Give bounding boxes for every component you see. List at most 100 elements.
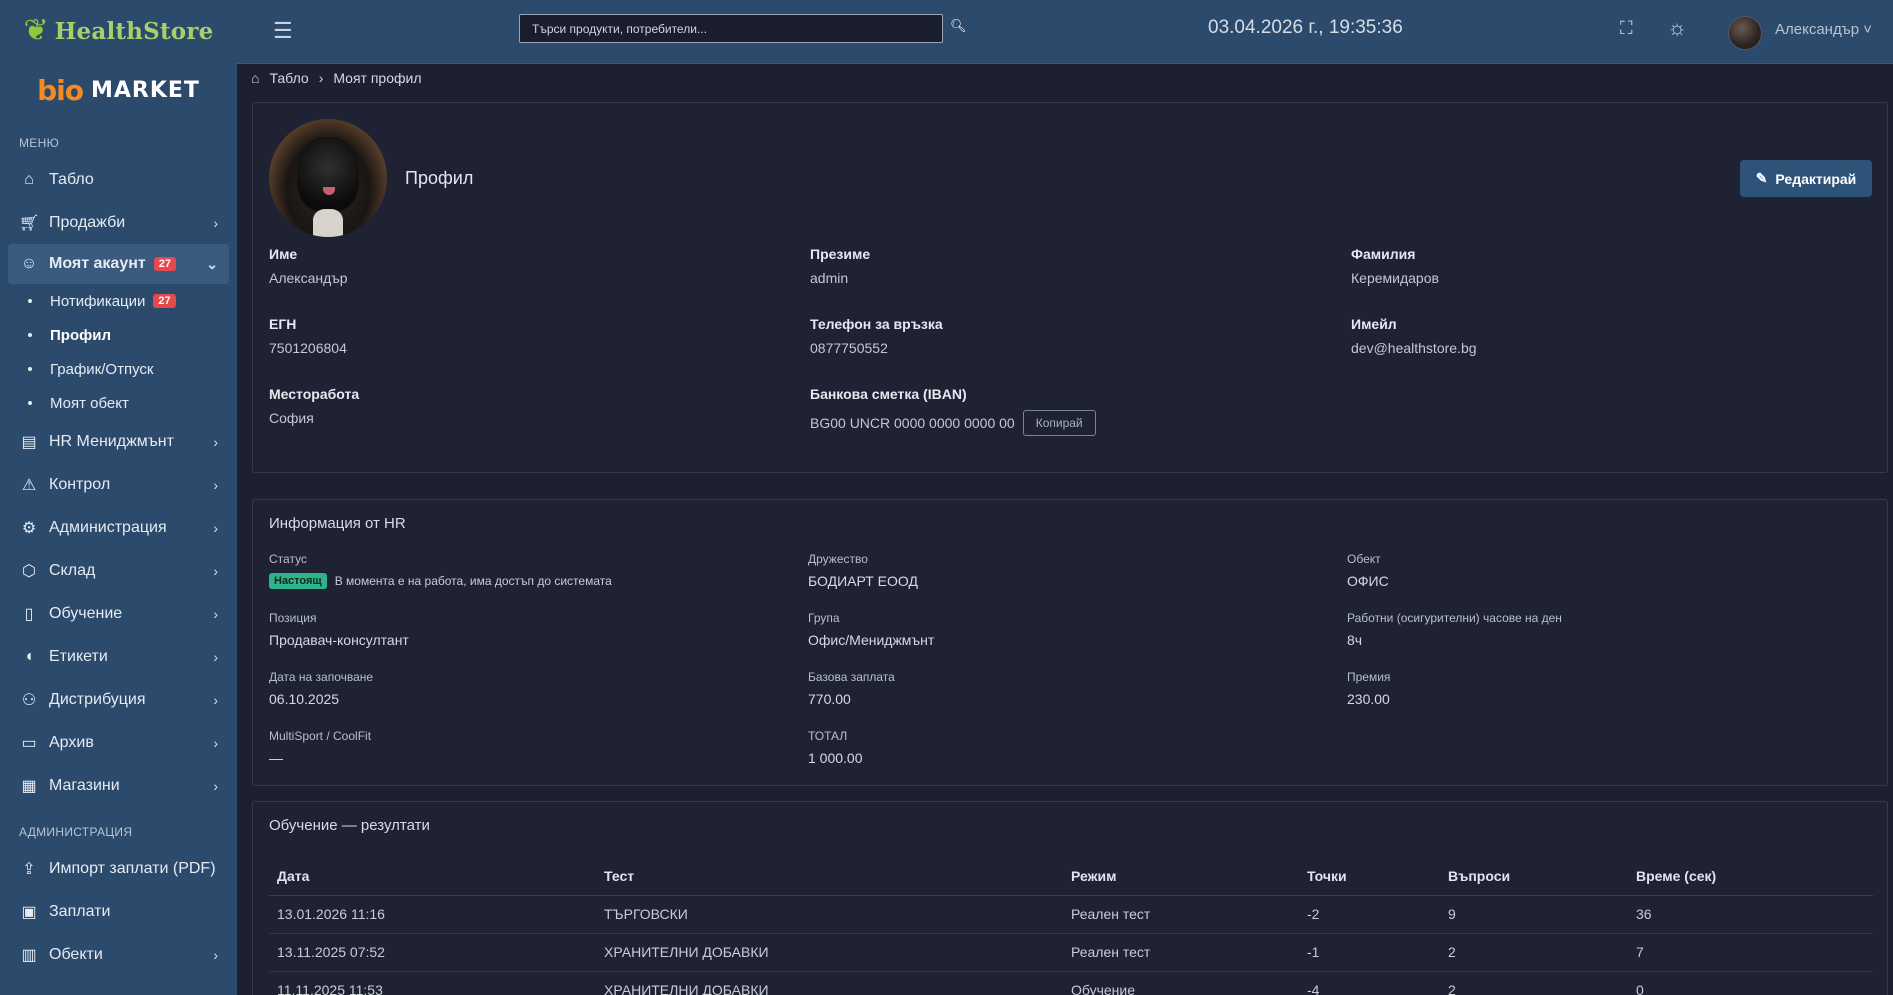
hr-status: Статус Настоящ В момента е на работа, им…	[269, 552, 612, 589]
biomarket-logo: bio MARKET	[0, 62, 237, 118]
hr-field-label: Премия	[1347, 670, 1391, 684]
hr-field-label: Обект	[1347, 552, 1381, 566]
breadcrumb: ⌂ Табло › Моят профил	[251, 67, 422, 89]
chevron-right-icon: ›	[213, 562, 218, 579]
edit-button-label: Редактирай	[1775, 170, 1857, 187]
notification-badge: 27	[153, 257, 176, 271]
breadcrumb-home-link[interactable]: Табло	[269, 70, 308, 86]
sidebar-subitem-my-site[interactable]: Моят обект	[0, 386, 237, 420]
hr-field-label: ТОТАЛ	[808, 729, 848, 743]
chevron-right-icon: ›	[213, 214, 218, 231]
field-value: 0877750552	[810, 340, 888, 356]
menu-toggle-icon[interactable]: ☰	[273, 18, 293, 44]
table-row: 11.11.2025 11:53 ХРАНИТЕЛНИ ДОБАВКИ Обуч…	[269, 971, 1873, 995]
sidebar-item-dashboard[interactable]: ⌂ Табло	[0, 158, 237, 201]
table-cell: 36	[1628, 895, 1873, 934]
profile-avatar	[269, 119, 387, 237]
hr-start-date: Дата на започване 06.10.2025	[269, 670, 373, 707]
field-label: Имейл	[1351, 316, 1397, 332]
hr-card-title: Информация от HR	[269, 515, 406, 532]
sidebar-item-administration[interactable]: ⚙︎ Администрация ›	[0, 506, 237, 549]
chevron-right-icon: ›	[213, 476, 218, 493]
sidebar-item-label: Моят акаунт	[49, 255, 146, 272]
training-results-table: Дата Тест Режим Точки Въпроси Време (сек…	[269, 857, 1873, 995]
sidebar-item-hr[interactable]: ▤ HR Мениджмънт ›	[0, 420, 237, 463]
field-label: Презиме	[810, 246, 871, 262]
chevron-right-icon: ›	[213, 605, 218, 622]
user-menu[interactable]: Александър ˅	[1775, 21, 1872, 38]
sidebar-item-salaries[interactable]: ▣ Заплати	[0, 890, 237, 933]
bullet-icon	[28, 299, 32, 303]
hr-field-value: 230.00	[1347, 691, 1390, 707]
sidebar-item-warehouse[interactable]: ⬡ Склад ›	[0, 549, 237, 592]
sidebar-item-sales[interactable]: 🛒︎ Продажби ›	[0, 201, 237, 244]
sidebar-subitem-profile[interactable]: Профил	[0, 318, 237, 352]
sidebar-subitem-schedule[interactable]: График/Отпуск	[0, 352, 237, 386]
user-avatar[interactable]	[1728, 16, 1762, 50]
sidebar-item-label: Обучение	[49, 604, 123, 622]
sidebar-subitem-label: Моят обект	[50, 394, 129, 412]
sidebar-item-distribution[interactable]: ⚇ Дистрибуция ›	[0, 678, 237, 721]
field-value: Александър	[269, 270, 348, 286]
table-cell: Реален тест	[1063, 895, 1299, 934]
field-value: Керемидаров	[1351, 270, 1439, 286]
theme-toggle-sun-icon[interactable]: ☼	[1667, 15, 1687, 41]
sidebar-item-training[interactable]: ▯ Обучение ›	[0, 592, 237, 635]
sidebar-item-label: Табло	[49, 170, 94, 188]
table-cell: -2	[1299, 895, 1440, 934]
sidebar-item-label: Обекти	[49, 945, 103, 963]
table-cell: 13.01.2026 11:16	[269, 895, 596, 934]
chevron-right-icon: ›	[213, 734, 218, 751]
hr-total: ТОТАЛ 1 000.00	[808, 729, 863, 766]
field-label: Банкова сметка (IBAN)	[810, 386, 967, 402]
sidebar-subitem-label: Профил	[50, 326, 111, 344]
sidebar-item-label: Контрол	[49, 475, 111, 493]
hr-site: Обект ОФИС	[1347, 552, 1389, 589]
bullet-icon	[28, 367, 32, 371]
sidebar-item-control[interactable]: ⚠︎ Контрол ›	[0, 463, 237, 506]
hr-field-label: Група	[808, 611, 840, 625]
chevron-right-icon: ›	[213, 691, 218, 708]
hr-field-label: Базова заплата	[808, 670, 895, 684]
first-name-field: Име Александър	[269, 246, 348, 286]
healthstore-logo[interactable]: ❦ HealthStore	[0, 0, 237, 62]
copy-iban-button[interactable]: Копирай	[1022, 410, 1096, 436]
sidebar-item-label: Продажби	[49, 213, 126, 231]
briefcase-icon: ▤	[21, 433, 37, 451]
sidebar-item-label: Магазини	[49, 776, 120, 794]
table-cell: 13.11.2025 07:52	[269, 933, 596, 972]
sidebar-item-stores[interactable]: ▦ Магазини ›	[0, 764, 237, 807]
sidebar-item-label: Импорт заплати (PDF)	[49, 859, 216, 877]
hr-field-label: Работни (осигурителни) часове на ден	[1347, 611, 1562, 625]
chevron-right-icon: ›	[213, 433, 218, 450]
sidebar-item-archive[interactable]: ▭ Архив ›	[0, 721, 237, 764]
table-cell: Реален тест	[1063, 933, 1299, 972]
chevron-right-icon: ›	[213, 946, 218, 963]
sidebar-item-sites[interactable]: ▥ Обекти ›	[0, 933, 237, 976]
sidebar-item-label: Заплати	[49, 902, 111, 920]
hr-field-value: Офис/Мениджмънт	[808, 632, 935, 648]
hr-field-value: 06.10.2025	[269, 691, 340, 707]
status-badge: Настоящ	[269, 573, 327, 589]
wallet-icon: ▣	[21, 903, 37, 921]
hr-field-label: Позиция	[269, 611, 317, 625]
table-cell: 2	[1440, 971, 1628, 995]
sidebar-subitem-notifications[interactable]: Нотификации 27	[0, 284, 237, 318]
table-cell: 0	[1628, 971, 1873, 995]
sidebar-item-label: Дистрибуция	[49, 690, 146, 708]
sidebar-item-my-account[interactable]: ☺ Моят акаунт 27 ⌄	[8, 244, 229, 284]
chevron-right-icon: ›	[213, 777, 218, 794]
chevron-down-icon: ⌄	[206, 255, 218, 272]
archive-icon: ▭	[21, 734, 37, 752]
home-icon: ⌂	[24, 170, 34, 188]
hr-info-card: Информация от HR Статус Настоящ В момент…	[252, 499, 1888, 786]
search-icon[interactable]: 🔍︎	[950, 18, 967, 34]
fullscreen-icon[interactable]: ⛶	[1620, 18, 1633, 39]
training-card-title: Обучение — резултати	[269, 817, 430, 834]
sidebar-item-import-salaries[interactable]: ⇪ Импорт заплати (PDF)	[0, 847, 237, 890]
search-input[interactable]	[519, 14, 943, 43]
sidebar-item-labels[interactable]: ◖ Етикети ›	[0, 635, 237, 678]
edit-profile-button[interactable]: ✎ Редактирай	[1740, 160, 1872, 197]
leaf-icon: ❦	[23, 14, 49, 47]
hr-bonus: Премия 230.00	[1347, 670, 1390, 707]
